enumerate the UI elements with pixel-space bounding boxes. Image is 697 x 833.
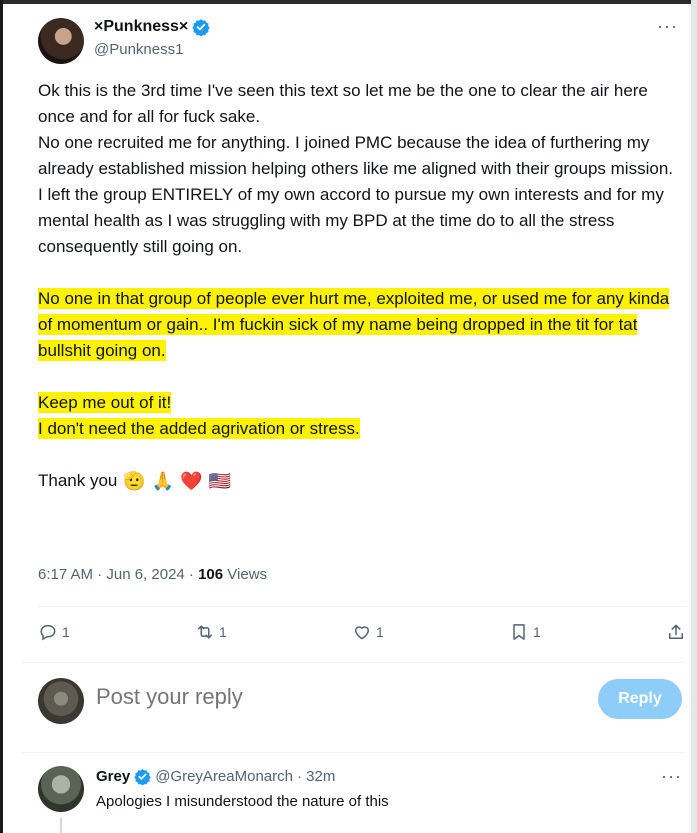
bookmark-icon — [513, 624, 525, 640]
reply-header: Grey @GreyAreaMonarch · 32m — [96, 768, 335, 785]
reply-icon — [40, 625, 56, 641]
saluting-face-emoji: 🫡 — [123, 471, 146, 491]
author-handle[interactable]: @Punkness1 — [94, 41, 183, 58]
highlighted-line: I don't need the added agrivation or str… — [38, 418, 360, 439]
views-count: 106 — [198, 566, 224, 583]
reply-count: 1 — [62, 624, 70, 640]
window-left-border — [0, 0, 3, 833]
action-bar: 1 1 1 1 — [38, 622, 686, 642]
retweet-action[interactable]: 1 — [195, 622, 227, 642]
reply-time[interactable]: · 32m — [297, 768, 335, 785]
views-label: Views — [223, 566, 268, 583]
share-action[interactable] — [666, 622, 686, 642]
highlighted-line: Keep me out of it! — [38, 392, 172, 413]
share-icon — [669, 624, 683, 639]
more-options-icon[interactable]: ··· — [661, 766, 682, 787]
more-options-icon[interactable]: ··· — [657, 16, 678, 37]
tweet-body: Ok this is the 3rd time I've seen this t… — [38, 78, 688, 494]
reply-text: Apologies I misunderstood the nature of … — [96, 793, 389, 810]
current-user-avatar — [38, 678, 84, 724]
thread-line — [60, 818, 62, 833]
thanks-text: Thank you — [38, 471, 118, 490]
timestamp[interactable]: 6:17 AM · Jun 6, 2024 · — [38, 566, 198, 583]
red-heart-emoji: ❤️ — [180, 471, 203, 491]
verified-badge-icon — [134, 769, 151, 785]
tweet-meta: 6:17 AM · Jun 6, 2024 · 106 Views — [38, 566, 267, 583]
divider — [22, 752, 684, 753]
highlighted-paragraph: No one in that group of people ever hurt… — [38, 288, 670, 361]
bookmark-count: 1 — [533, 624, 541, 640]
reply-action[interactable]: 1 — [38, 622, 70, 642]
retweet-count: 1 — [219, 624, 227, 640]
verified-badge-icon — [192, 19, 210, 36]
author-avatar[interactable] — [38, 18, 84, 64]
like-count: 1 — [376, 624, 384, 640]
tweet-paragraph: Ok this is the 3rd time I've seen this t… — [38, 81, 648, 126]
thanks-line: Thank you 🫡 🙏 ❤️ 🇺🇸 — [38, 468, 688, 494]
author-display-name[interactable]: ×Punkness× — [94, 18, 188, 36]
reply-button[interactable]: Reply — [598, 679, 682, 719]
scrollbar-track[interactable] — [691, 0, 697, 833]
reply-author-name[interactable]: Grey — [96, 768, 130, 785]
author-name-row: ×Punkness× — [94, 18, 210, 36]
folded-hands-emoji: 🙏 — [151, 471, 175, 491]
like-action[interactable]: 1 — [352, 622, 384, 642]
reply-author-handle[interactable]: @GreyAreaMonarch — [155, 768, 293, 785]
divider — [38, 606, 686, 607]
reply-author-avatar[interactable] — [38, 766, 84, 812]
tweet-paragraph: I left the group ENTIRELY of my own acco… — [38, 185, 664, 256]
window-top-border — [0, 0, 697, 4]
divider — [22, 662, 684, 663]
compose-reply: Reply — [22, 666, 688, 736]
us-flag-emoji: 🇺🇸 — [208, 471, 232, 491]
heart-icon — [354, 626, 370, 640]
retweet-icon — [198, 625, 212, 639]
reply-input[interactable] — [96, 684, 496, 710]
tweet-paragraph: No one recruited me for anything. I join… — [38, 133, 673, 178]
bookmark-action[interactable]: 1 — [509, 622, 541, 642]
